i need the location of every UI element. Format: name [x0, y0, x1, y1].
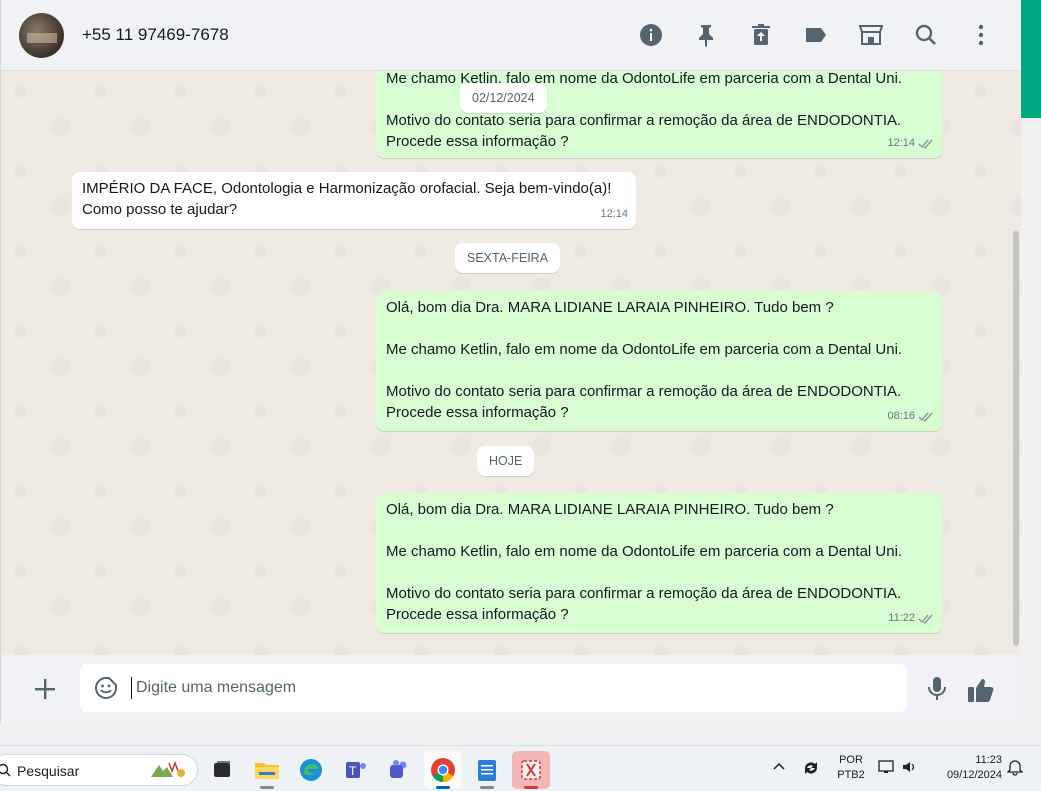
message-text: Motivo do contato seria para confirmar a…	[386, 383, 902, 400]
thumbs-up-icon[interactable]	[967, 676, 995, 704]
message-time: 12:14	[600, 208, 628, 220]
menu-icon[interactable]	[968, 22, 994, 48]
message-time: 08:16	[887, 410, 915, 422]
message-text: Motivo do contato seria para confirmar a…	[386, 585, 902, 602]
snipping-tool-app[interactable]	[512, 751, 550, 789]
window-accent	[1021, 0, 1041, 118]
message-time: 11:22	[888, 612, 915, 624]
network-icon[interactable]	[878, 759, 896, 778]
message-outgoing[interactable]: Olá, bom dia Dra. MARA LIDIANE LARAIA PI…	[376, 493, 942, 633]
contact-name[interactable]: +55 11 97469-7678	[82, 25, 229, 45]
date-separator: 02/12/2024	[460, 83, 547, 113]
running-indicator	[480, 786, 494, 789]
message-text: IMPÉRIO DA FACE, Odontologia e Harmoniza…	[82, 180, 612, 197]
message-text: Procede essa informação ?	[386, 133, 569, 150]
clock[interactable]: 11:23 09/12/2024	[934, 754, 1002, 781]
message-text: Procede essa informação ?	[386, 404, 569, 421]
svg-text:T: T	[349, 764, 357, 778]
running-indicator	[260, 786, 274, 789]
whatsapp-window: +55 11 97469-7678 Me chamo Ketlin, falo …	[0, 0, 1021, 723]
running-indicator	[524, 786, 538, 789]
taskbar-search-label: Pesquisar	[17, 763, 80, 779]
teams-app[interactable]	[380, 751, 418, 789]
chat-header: +55 11 97469-7678	[1, 0, 1021, 71]
message-text: Procede essa informação ?	[386, 606, 569, 623]
language-code: POR	[839, 754, 863, 766]
file-explorer-app[interactable]	[248, 751, 286, 789]
windows-taskbar: Pesquisar T POR PTB2 11:23 09/12/2024	[0, 745, 1041, 791]
attach-plus-icon[interactable]	[33, 677, 57, 701]
notifications-icon[interactable]	[1006, 758, 1024, 779]
task-view-app[interactable]	[203, 751, 241, 789]
edge-app[interactable]	[292, 751, 330, 789]
running-indicator	[436, 786, 450, 789]
double-check-icon	[918, 139, 933, 149]
label-icon[interactable]	[803, 22, 829, 48]
message-text: Olá, bom dia Dra. MARA LIDIANE LARAIA PI…	[386, 501, 834, 518]
scrollbar-thumb[interactable]	[1013, 231, 1019, 646]
chat-scrollbar[interactable]	[1011, 71, 1021, 655]
store-icon[interactable]	[858, 22, 884, 48]
volume-icon[interactable]	[901, 759, 919, 778]
avatar[interactable]	[19, 13, 64, 58]
microphone-icon[interactable]	[925, 676, 949, 702]
message-text: Motivo do contato seria para confirmar a…	[386, 112, 902, 129]
sticker-icon[interactable]	[94, 676, 118, 700]
search-highlight-icon	[147, 759, 187, 783]
search-icon	[0, 763, 11, 777]
double-check-icon	[918, 614, 933, 624]
message-outgoing[interactable]: Me chamo Ketlin, falo em nome da OdontoL…	[376, 71, 942, 158]
clock-date: 09/12/2024	[946, 769, 1002, 781]
chrome-app[interactable]	[424, 751, 462, 789]
message-text: Olá, bom dia Dra. MARA LIDIANE LARAIA PI…	[386, 299, 834, 316]
clock-time: 11:23	[975, 754, 1002, 766]
layout-code: PTB2	[837, 769, 865, 781]
teams-classic-app[interactable]: T	[337, 751, 375, 789]
pin-icon[interactable]	[693, 22, 719, 48]
message-time: 12:14	[887, 137, 915, 149]
message-input[interactable]: Digite uma mensagem	[80, 664, 907, 712]
message-outgoing[interactable]: Olá, bom dia Dra. MARA LIDIANE LARAIA PI…	[376, 291, 942, 431]
date-separator: HOJE	[477, 446, 535, 476]
chat-panel[interactable]: Me chamo Ketlin, falo em nome da OdontoL…	[1, 71, 1021, 655]
notepad-app[interactable]	[468, 751, 506, 789]
message-incoming[interactable]: IMPÉRIO DA FACE, Odontologia e Harmoniza…	[72, 172, 636, 229]
date-separator: SEXTA-FEIRA	[455, 243, 561, 273]
delete-icon[interactable]	[748, 22, 774, 48]
tray-overflow-chevron-icon[interactable]	[772, 760, 786, 777]
message-text: Me chamo Ketlin, falo em nome da OdontoL…	[386, 543, 903, 560]
keyboard-language[interactable]: POR PTB2	[836, 754, 866, 781]
info-icon[interactable]	[638, 22, 664, 48]
message-text: Como posso te ajudar?	[82, 201, 238, 218]
message-placeholder: Digite uma mensagem	[136, 679, 297, 696]
double-check-icon	[918, 412, 933, 422]
taskbar-search[interactable]: Pesquisar	[0, 754, 198, 786]
search-icon[interactable]	[913, 22, 939, 48]
window-edge	[1021, 0, 1041, 745]
sync-icon[interactable]	[801, 758, 821, 781]
text-caret	[131, 677, 132, 699]
message-text: Me chamo Ketlin, falo em nome da OdontoL…	[386, 341, 903, 358]
